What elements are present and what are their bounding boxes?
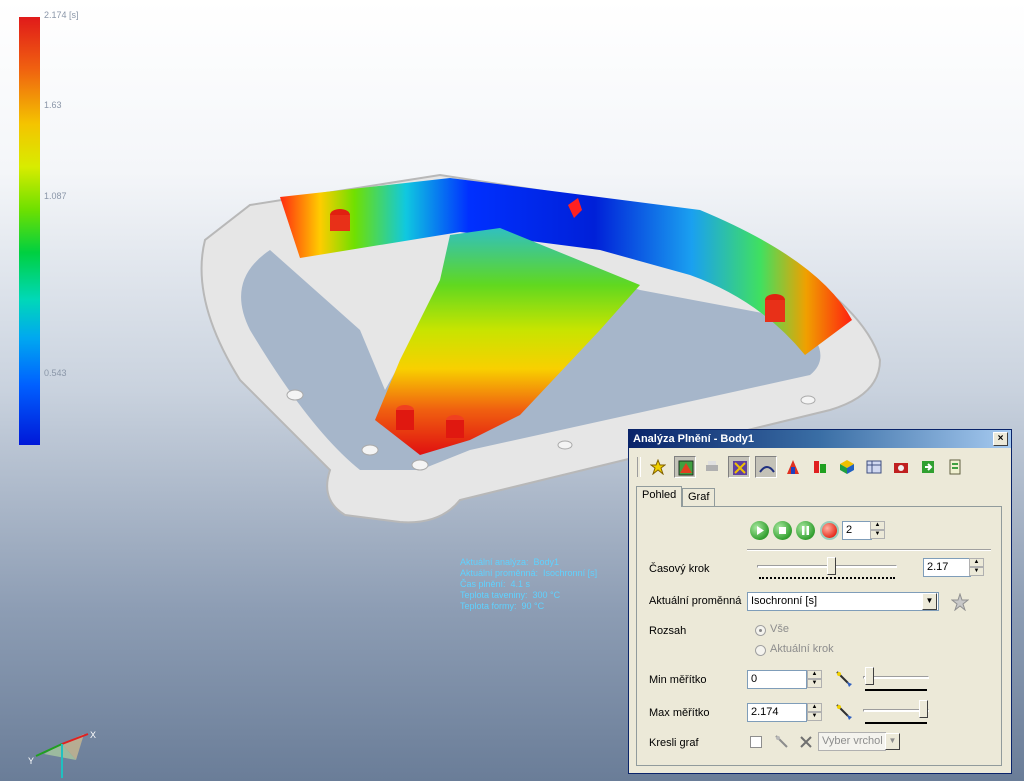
min-scale-slider[interactable] [865,667,874,685]
result-info-line: Aktuální analýza: Body1 [460,557,560,567]
draw-graph-checkbox[interactable] [750,736,762,748]
max-scale-slider[interactable] [919,700,928,718]
max-scale-label: Max měřítko [649,707,710,719]
spin-up-icon[interactable]: ▲ [870,521,885,530]
report-icon[interactable] [944,456,966,478]
select-vertex-icon[interactable] [774,734,792,755]
result-info-line: Teplota formy: 90 °C [460,601,545,611]
max-scale-ticks [865,722,927,724]
table-icon[interactable] [863,456,885,478]
close-button[interactable]: × [993,432,1008,446]
result-info-line: Čas plnění: 4.1 s [460,579,531,589]
time-step-spinner[interactable]: ▲ ▼ [969,558,984,577]
time-step-label: Časový krok [649,563,710,575]
dialog-title-bar[interactable]: Analýza Plnění - Body1 × [629,430,1011,448]
fill-analysis-dialog: Analýza Plnění - Body1 × Pohled Graf 2 ▲… [628,429,1012,774]
variable-label: Aktuální proměnná [649,595,742,607]
spin-down-icon[interactable]: ▼ [807,679,822,688]
printer-icon[interactable] [701,456,723,478]
tab-pohled[interactable]: Pohled [636,486,683,507]
mesh-icon[interactable] [836,456,858,478]
separator [747,549,991,551]
pause-button[interactable] [796,521,815,540]
star-icon[interactable] [647,456,669,478]
time-step-slider[interactable] [827,557,836,575]
chevron-down-icon[interactable]: ▼ [922,593,937,610]
dialog-toolbar [633,454,971,480]
range-current-radio[interactable] [755,645,766,656]
toolbar-separator [637,457,641,477]
record-button[interactable] [820,521,839,540]
dialog-title: Analýza Plnění - Body1 [633,433,755,445]
result-info: Aktuální analýza: Body1 Aktuální proměnn… [460,557,597,612]
variable-select[interactable]: Isochronní [s] [747,592,939,611]
stop-button[interactable] [773,521,792,540]
spin-down-icon[interactable]: ▼ [807,712,822,721]
view-panel: 2 ▲ ▼ Časový krok 2.17 ▲ ▼ Aktuální proměn… [636,506,1002,766]
triad-y-label: Y [28,756,34,766]
triad-x-label: X [90,730,96,740]
range-current-label: Aktuální krok [770,643,834,655]
time-step-ticks [759,577,895,579]
camera-icon[interactable] [890,456,912,478]
result-info-line: Teplota taveniny: 300 °C [460,590,561,600]
warpage-icon[interactable] [782,456,804,478]
min-scale-spinner[interactable]: ▲ ▼ [807,670,822,689]
range-all-label: Vše [770,623,789,635]
export-icon[interactable] [917,456,939,478]
pressure-icon[interactable] [755,456,777,478]
chevron-down-icon[interactable]: ▼ [885,733,900,750]
min-scale-label: Min měřítko [649,674,707,686]
min-scale-ticks [865,689,927,691]
spin-down-icon[interactable]: ▼ [870,530,885,539]
result-view-icon[interactable] [674,456,696,478]
min-scale-input[interactable]: 0 [747,670,807,689]
spin-up-icon[interactable]: ▲ [807,703,822,712]
info-icon[interactable] [809,456,831,478]
max-scale-spinner[interactable]: ▲ ▼ [807,703,822,722]
spin-down-icon[interactable]: ▼ [969,567,984,576]
favorite-star-icon[interactable] [950,592,970,614]
tab-graf[interactable]: Graf [682,488,716,506]
time-step-input[interactable]: 2.17 [923,558,971,577]
compare-icon[interactable] [728,456,750,478]
spin-up-icon[interactable]: ▲ [969,558,984,567]
vertex-select[interactable]: Vyber vrchol [818,732,886,751]
play-button[interactable] [750,521,769,540]
range-label: Rozsah [649,625,687,637]
max-scale-input[interactable]: 2.174 [747,703,807,722]
draw-graph-label: Kresli graf [649,737,699,749]
frame-count-input[interactable]: 2 [842,521,872,540]
frame-count-spinner[interactable]: ▲ ▼ [870,521,885,540]
axis-triad: X Y [28,730,96,778]
clear-icon[interactable] [798,734,814,753]
result-info-line: Aktuální proměnná: Isochronní [s] [460,568,598,578]
pick-tool-icon[interactable] [835,703,853,724]
range-all-radio[interactable] [755,625,766,636]
pick-tool-icon[interactable] [835,670,853,691]
spin-up-icon[interactable]: ▲ [807,670,822,679]
